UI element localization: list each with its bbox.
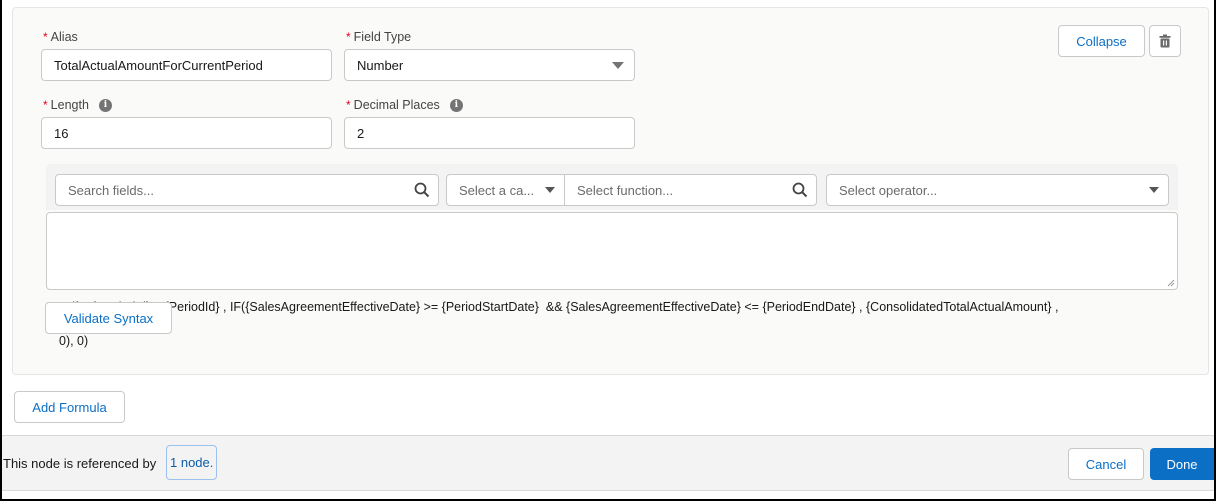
function-search-input[interactable]: Select function... (564, 174, 817, 206)
decimal-places-value: 2 (357, 125, 365, 141)
reference-text: This node is referenced by (3, 456, 157, 471)
alias-input[interactable]: TotalActualAmountForCurrentPeriod (41, 49, 332, 81)
chevron-down-icon (1149, 187, 1159, 193)
alias-label-text: Alias (50, 30, 78, 44)
decimal-places-label: * Decimal Places i (346, 98, 463, 112)
cancel-label: Cancel (1085, 456, 1127, 472)
node-editor-panel: * Alias TotalActualAmountForCurrentPerio… (0, 0, 1216, 501)
alias-label: * Alias (43, 30, 78, 44)
search-icon (414, 182, 430, 198)
length-input[interactable]: 16 (41, 117, 332, 149)
add-formula-label: Add Formula (32, 399, 107, 415)
delete-button[interactable] (1149, 25, 1181, 57)
operator-placeholder: Select operator... (839, 182, 938, 198)
formula-text: IF({LeftPeriodId}=={PeriodId} , IF({Sale… (59, 300, 1059, 348)
formula-card: * Alias TotalActualAmountForCurrentPerio… (12, 7, 1209, 375)
formula-toolbar: Search fields... Select a ca... Select f… (46, 164, 1178, 210)
collapse-button[interactable]: Collapse (1058, 25, 1145, 57)
length-value: 16 (54, 125, 69, 141)
validate-syntax-button[interactable]: Validate Syntax (45, 302, 172, 334)
decimal-places-label-text: Decimal Places (353, 98, 440, 112)
info-icon[interactable]: i (98, 98, 112, 112)
cancel-button[interactable]: Cancel (1068, 448, 1144, 480)
referenced-nodes-link[interactable]: 1 node. (166, 445, 218, 480)
field-type-value: Number (357, 57, 404, 73)
field-type-label: * Field Type (346, 30, 411, 44)
category-placeholder: Select a ca... (459, 182, 535, 198)
chevron-down-icon (545, 187, 555, 193)
info-icon[interactable]: i (449, 98, 463, 112)
required-marker: * (43, 30, 48, 44)
chevron-down-icon (612, 62, 624, 69)
length-label: * Length i (43, 98, 112, 112)
search-fields-input[interactable]: Search fields... (55, 174, 439, 206)
category-select[interactable]: Select a ca... (446, 174, 565, 206)
function-placeholder: Select function... (577, 182, 674, 198)
length-label-text: Length (50, 98, 89, 112)
done-button[interactable]: Done (1150, 448, 1214, 480)
required-marker: * (43, 98, 48, 112)
required-marker: * (346, 98, 351, 112)
add-formula-button[interactable]: Add Formula (14, 391, 125, 423)
field-type-select[interactable]: Number (344, 49, 635, 81)
trash-icon (1159, 34, 1171, 48)
resize-handle-icon[interactable] (1167, 279, 1175, 287)
formula-textarea[interactable]: IF({LeftPeriodId}=={PeriodId} , IF({Sale… (46, 212, 1178, 348)
search-icon (792, 182, 808, 198)
field-type-label-text: Field Type (353, 30, 412, 44)
done-label: Done (1166, 456, 1198, 472)
required-marker: * (346, 30, 351, 44)
footer-bar: This node is referenced by 1 node. Cance… (2, 435, 1214, 491)
validate-syntax-label: Validate Syntax (63, 310, 154, 326)
decimal-places-input[interactable]: 2 (344, 117, 635, 149)
alias-value: TotalActualAmountForCurrentPeriod (54, 57, 263, 73)
operator-select[interactable]: Select operator... (826, 174, 1169, 206)
collapse-label: Collapse (1076, 33, 1127, 49)
search-fields-placeholder: Search fields... (68, 182, 154, 198)
